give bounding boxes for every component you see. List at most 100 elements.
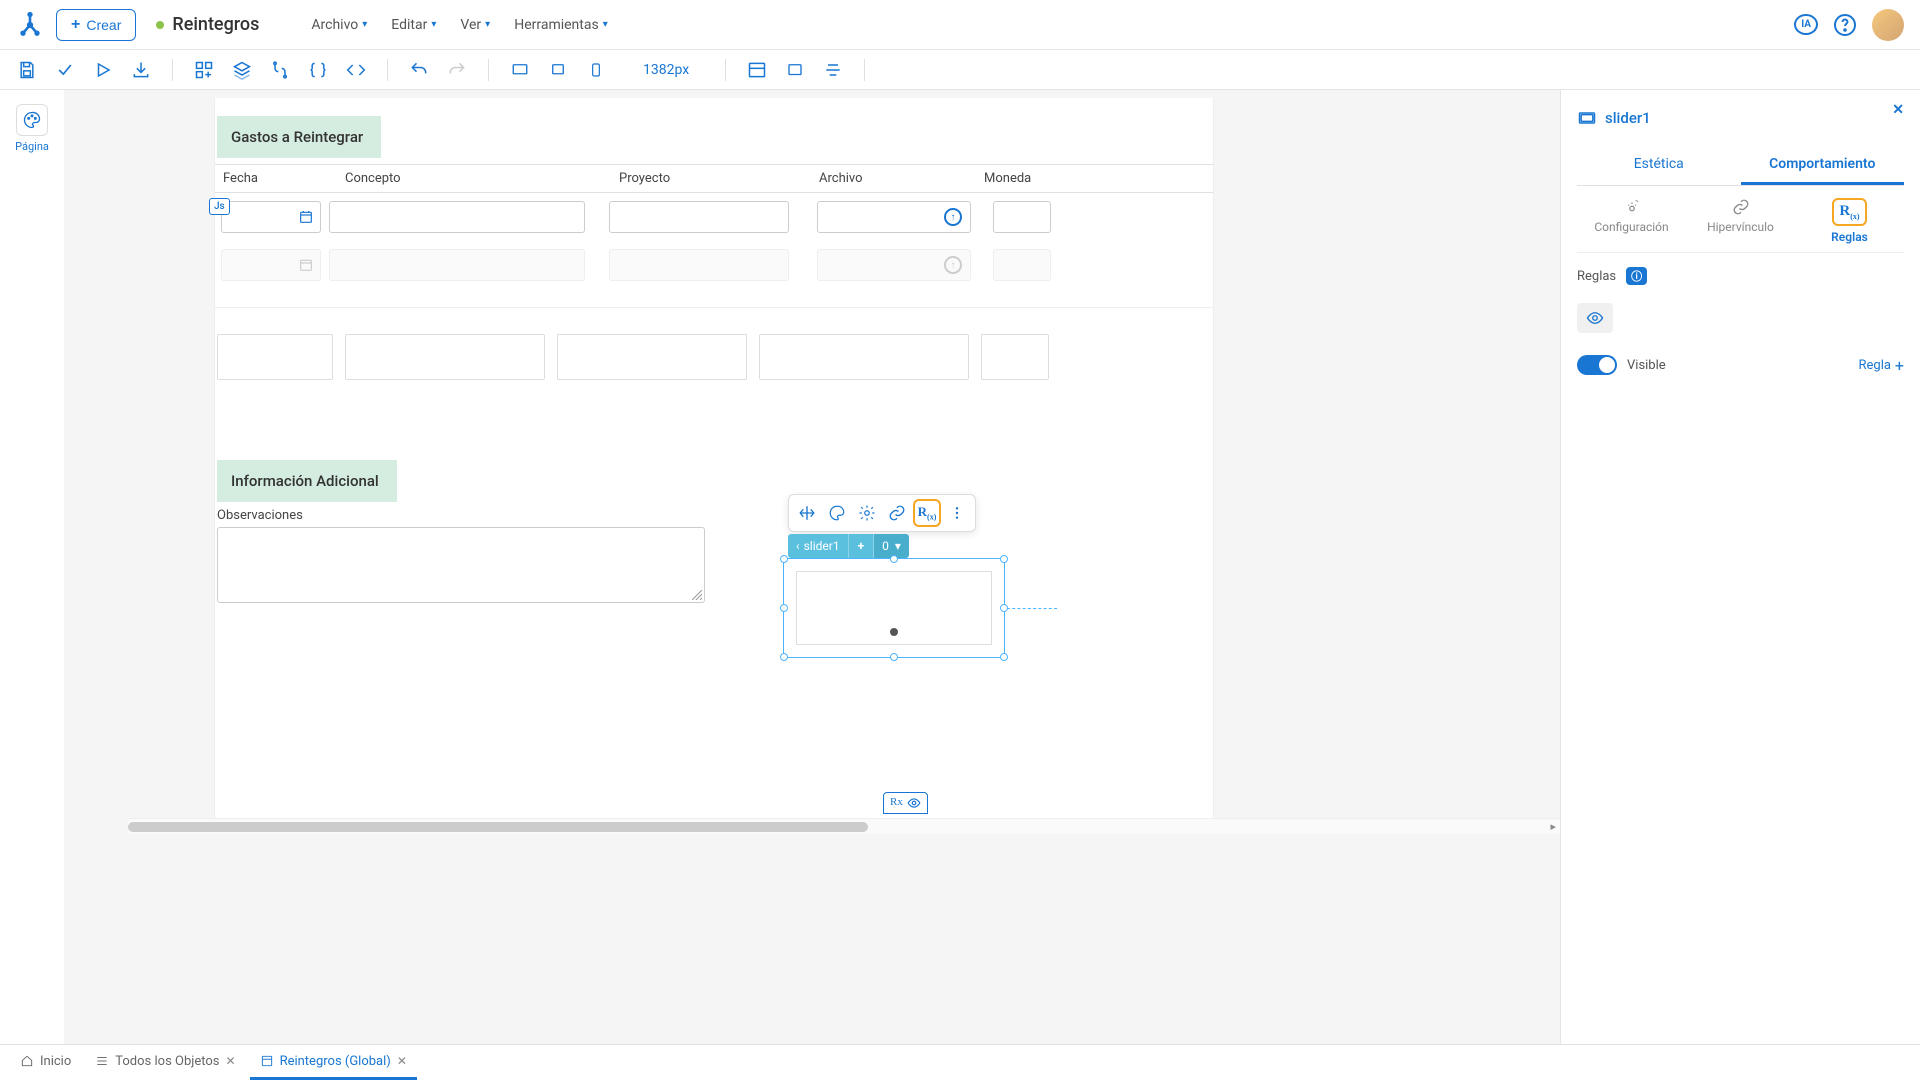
selected-component-box[interactable] — [783, 558, 1005, 658]
resize-handle[interactable] — [890, 653, 898, 661]
resize-handle[interactable] — [780, 555, 788, 563]
close-icon[interactable]: ✕ — [1892, 102, 1904, 118]
slider-preview — [796, 571, 992, 645]
panel-title-text: slider1 — [1605, 109, 1651, 127]
desktop-icon[interactable] — [509, 59, 531, 81]
more-icon[interactable] — [943, 499, 971, 527]
rules-icon: R(x) — [1832, 198, 1866, 226]
components-icon[interactable] — [193, 59, 215, 81]
app-header: + Crear Reintegros Archivo▾ Editar▾ Ver▾… — [0, 0, 1920, 50]
summary-cell[interactable] — [759, 334, 969, 380]
rx-badge[interactable]: Rx — [883, 792, 928, 814]
summary-cell[interactable] — [345, 334, 545, 380]
subtab-hipervinculo[interactable]: Hipervínculo — [1686, 188, 1795, 252]
menu-ver[interactable]: Ver▾ — [460, 17, 490, 33]
resize-handle[interactable] — [1000, 653, 1008, 661]
menu-editar-label: Editar — [391, 17, 427, 33]
window-icon[interactable] — [784, 59, 806, 81]
tablet-icon[interactable] — [547, 59, 569, 81]
add-rule-button[interactable]: Regla + — [1858, 356, 1904, 375]
resize-handle[interactable] — [1000, 555, 1008, 563]
menu-archivo[interactable]: Archivo▾ — [311, 17, 367, 33]
undo-icon[interactable] — [408, 59, 430, 81]
rail-pagina-label: Página — [15, 140, 49, 153]
canvas[interactable]: Js Gastos a Reintegrar Fecha Concepto Pr… — [214, 98, 1214, 818]
selection-breadcrumb: ‹slider1 + 0▾ — [788, 534, 909, 558]
close-icon[interactable]: ✕ — [226, 1054, 236, 1068]
subtab-reglas[interactable]: R(x) Reglas — [1795, 188, 1904, 252]
rules-header: Reglas ⓘ — [1577, 267, 1904, 285]
tab-estetica[interactable]: Estética — [1577, 146, 1741, 185]
create-button[interactable]: + Crear — [56, 9, 136, 41]
menu-editar[interactable]: Editar ▾ — [391, 17, 436, 33]
fecha-input[interactable] — [221, 201, 321, 233]
summary-cell[interactable] — [217, 334, 333, 380]
save-icon[interactable] — [16, 59, 38, 81]
summary-cell[interactable] — [981, 334, 1049, 380]
menu-archivo-label: Archivo — [311, 17, 358, 33]
summary-cell[interactable] — [557, 334, 747, 380]
tab-reintegros[interactable]: Reintegros (Global) ✕ — [250, 1046, 417, 1080]
export-icon[interactable] — [130, 59, 152, 81]
mobile-icon[interactable] — [585, 59, 607, 81]
js-badge[interactable]: Js — [209, 198, 230, 215]
redo-icon[interactable] — [446, 59, 468, 81]
user-avatar[interactable] — [1872, 9, 1904, 41]
chip-add[interactable]: + — [849, 534, 875, 558]
braces-icon[interactable] — [307, 59, 329, 81]
visibility-preview[interactable] — [1577, 303, 1613, 333]
rail-pagina[interactable]: Página — [15, 104, 49, 153]
resize-handle[interactable] — [890, 555, 898, 563]
close-icon[interactable]: ✕ — [397, 1054, 407, 1068]
chip-parent[interactable]: ‹slider1 — [788, 534, 849, 558]
ia-badge[interactable]: IA — [1794, 14, 1818, 35]
subtab-label: Reglas — [1831, 230, 1868, 244]
archivo-input[interactable]: ↑ — [817, 201, 971, 233]
proyecto-input[interactable] — [609, 201, 789, 233]
moneda-input[interactable] — [993, 201, 1051, 233]
summary-row — [217, 334, 1213, 380]
check-icon[interactable] — [54, 59, 76, 81]
resize-handle[interactable] — [780, 653, 788, 661]
proyecto-input-disabled — [609, 249, 789, 281]
calendar-icon — [298, 257, 314, 273]
play-icon[interactable] — [92, 59, 114, 81]
concepto-input[interactable] — [329, 201, 585, 233]
visible-toggle[interactable] — [1577, 355, 1617, 375]
layout-icon[interactable] — [746, 59, 768, 81]
tab-comportamiento[interactable]: Comportamiento — [1741, 146, 1905, 185]
scroll-right-icon[interactable]: ▸ — [1550, 820, 1556, 833]
upload-icon: ↑ — [944, 256, 962, 274]
menu-herramientas-label: Herramientas — [514, 17, 599, 33]
align-icon[interactable] — [822, 59, 844, 81]
scrollbar-thumb[interactable] — [128, 822, 868, 832]
gear-icon[interactable] — [853, 499, 881, 527]
move-icon[interactable] — [793, 499, 821, 527]
app-logo-icon[interactable] — [16, 11, 44, 39]
help-icon[interactable] — [1832, 12, 1858, 38]
layers-icon[interactable] — [231, 59, 253, 81]
rules-icon[interactable]: R(x) — [913, 499, 941, 527]
panel-tabs: Estética Comportamiento — [1577, 146, 1904, 186]
info-badge-icon[interactable]: ⓘ — [1626, 267, 1647, 285]
tab-inicio[interactable]: Inicio — [10, 1046, 81, 1080]
observaciones-textarea[interactable] — [217, 527, 705, 603]
list-icon — [95, 1054, 109, 1068]
component-toolbar: R(x) — [788, 494, 976, 532]
code-icon[interactable] — [345, 59, 367, 81]
menu-herramientas[interactable]: Herramientas▾ — [514, 17, 608, 33]
tab-todos[interactable]: Todos los Objetos ✕ — [85, 1046, 245, 1080]
chevron-down-icon: ▾ — [431, 19, 436, 30]
viewport-width: 1382px — [643, 62, 689, 78]
toggle-knob — [1599, 357, 1615, 373]
horizontal-scrollbar[interactable]: ◂ ▸ — [128, 818, 1560, 834]
resize-handle[interactable] — [780, 604, 788, 612]
link-icon[interactable] — [883, 499, 911, 527]
subtab-configuracion[interactable]: Configuración — [1577, 188, 1686, 252]
resize-handle-icon[interactable] — [692, 590, 702, 600]
slider-dot-icon — [890, 628, 898, 636]
tab-label: Inicio — [40, 1054, 71, 1069]
palette-icon[interactable] — [823, 499, 851, 527]
connector-icon[interactable] — [269, 59, 291, 81]
canvas-wrap[interactable]: Js Gastos a Reintegrar Fecha Concepto Pr… — [64, 90, 1560, 1044]
